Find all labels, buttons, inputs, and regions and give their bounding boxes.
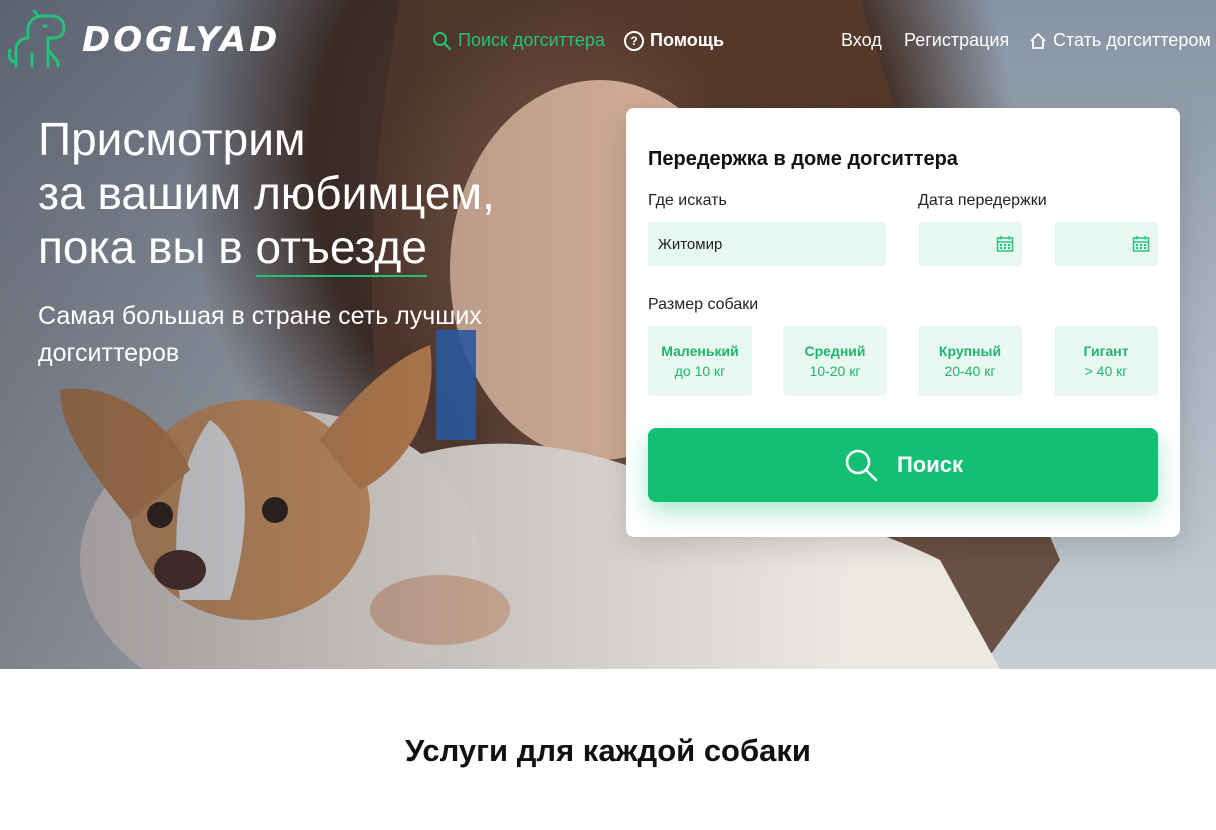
home-icon bbox=[1030, 32, 1046, 49]
size-name: Гигант bbox=[1083, 343, 1129, 359]
size-medium-button[interactable]: Средний 10-20 кг bbox=[783, 326, 887, 396]
size-name: Маленький bbox=[661, 343, 739, 359]
help-icon: ? bbox=[624, 30, 644, 51]
search-button-label: Поиск bbox=[896, 452, 964, 477]
location-input[interactable]: Житомир bbox=[648, 222, 886, 266]
size-label: Размер собаки bbox=[648, 296, 759, 313]
headline-line-1: Присмотрим bbox=[38, 113, 306, 165]
size-range: > 40 кг bbox=[1084, 363, 1128, 379]
nav-help-label: Помощь bbox=[650, 30, 725, 50]
size-range: до 10 кг bbox=[674, 363, 726, 379]
size-name: Крупный bbox=[938, 343, 1002, 359]
search-icon bbox=[433, 31, 451, 50]
services-title: Услуги для каждой собаки bbox=[405, 733, 811, 768]
headline-line-3-prefix: пока вы в bbox=[38, 221, 256, 273]
search-card: Передержка в доме догситтера Где искать … bbox=[626, 108, 1180, 537]
nav-register-label: Регистрация bbox=[904, 30, 1010, 50]
hero-subhead: Самая большая в стране сеть лучших догси… bbox=[38, 302, 482, 367]
headline-line-3: пока вы в отъезде bbox=[38, 220, 598, 277]
size-small-button[interactable]: Маленький до 10 кг bbox=[648, 326, 752, 396]
nav-find-sitter[interactable]: Поиск догситтера bbox=[432, 30, 605, 51]
date-to-input[interactable] bbox=[1054, 222, 1158, 266]
nav-become-sitter-label: Стать догситтером bbox=[1053, 30, 1211, 50]
nav-register[interactable]: Регистрация bbox=[904, 30, 1009, 51]
headline-line-2: за вашим любимцем, bbox=[38, 167, 495, 219]
size-giant-button[interactable]: Гигант > 40 кг bbox=[1054, 326, 1158, 396]
size-name: Средний bbox=[804, 343, 866, 359]
size-large-button[interactable]: Крупный 20-40 кг bbox=[918, 326, 1022, 396]
logo-text: DOGLYAD bbox=[82, 20, 281, 60]
calendar-icon bbox=[1132, 236, 1150, 252]
nav-find-sitter-label: Поиск догситтера bbox=[458, 30, 605, 50]
logo[interactable]: DOGLYAD bbox=[8, 10, 280, 70]
calendar-icon bbox=[996, 236, 1014, 252]
nav-become-sitter[interactable]: Стать догситтером bbox=[1029, 30, 1211, 51]
nav-help[interactable]: ? Помощь bbox=[624, 30, 724, 51]
size-range: 20-40 кг bbox=[944, 363, 996, 379]
where-label: Где искать bbox=[648, 192, 727, 209]
date-from-input[interactable] bbox=[918, 222, 1022, 266]
nav-login-label: Вход bbox=[841, 30, 882, 50]
size-range: 10-20 кг bbox=[809, 363, 861, 379]
nav-login[interactable]: Вход bbox=[841, 30, 882, 51]
search-button[interactable]: Поиск bbox=[648, 428, 1158, 502]
search-icon bbox=[845, 449, 878, 482]
headline-underlined-word: отъезде bbox=[255, 221, 427, 277]
hero-section: DOGLYAD Поиск догситтера ? Помощь Вход Р… bbox=[0, 0, 1216, 669]
dog-logo-icon bbox=[8, 10, 66, 68]
search-card-title: Передержка в доме догситтера bbox=[648, 148, 958, 170]
hero-headline: Присмотрим за вашим любимцем, пока вы в … bbox=[38, 112, 598, 277]
dates-label: Дата передержки bbox=[918, 192, 1047, 209]
location-input-value: Житомир bbox=[658, 235, 723, 253]
